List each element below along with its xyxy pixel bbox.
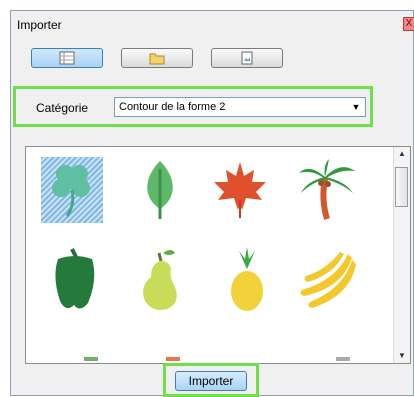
pineapple-icon (231, 247, 263, 311)
list-view-icon (59, 51, 75, 65)
partial-item (336, 357, 350, 363)
palm-tree-icon (299, 159, 355, 220)
scroll-up-icon[interactable]: ▲ (394, 147, 410, 161)
shape-gallery[interactable]: ▲ ▼ (25, 146, 411, 364)
list-view-button[interactable] (31, 48, 103, 68)
category-select[interactable]: Contour de la forme 2 ▼ (114, 97, 366, 117)
close-button[interactable]: X (403, 17, 414, 31)
import-dialog: Importer X Catégorie Contour de la forme… (10, 10, 414, 397)
import-button[interactable]: Importer (175, 371, 247, 391)
folder-button[interactable] (121, 48, 193, 68)
gallery-item-pineapple[interactable] (216, 247, 278, 313)
leaf-icon (147, 161, 173, 219)
dialog-title: Importer (17, 18, 62, 32)
vertical-scrollbar[interactable]: ▲ ▼ (393, 147, 410, 363)
image-file-icon (241, 51, 253, 65)
category-label: Catégorie (36, 101, 89, 115)
category-selected-value: Contour de la forme 2 (119, 101, 226, 113)
import-button-highlight: Importer (163, 363, 259, 397)
category-group: Catégorie Contour de la forme 2 ▼ (13, 86, 373, 127)
partial-item (84, 357, 98, 363)
bell-pepper-icon (55, 248, 95, 309)
scroll-thumb[interactable] (395, 167, 408, 207)
clover-icon (52, 165, 90, 217)
scroll-down-icon[interactable]: ▼ (394, 349, 410, 363)
image-file-button[interactable] (211, 48, 283, 68)
gallery-item-clover[interactable] (41, 157, 103, 223)
gallery-item-leaf[interactable] (129, 157, 191, 223)
gallery-item-maple-leaf[interactable] (209, 157, 271, 223)
pear-icon (143, 250, 177, 310)
folder-icon (149, 53, 165, 65)
chevron-down-icon[interactable]: ▼ (349, 100, 363, 114)
maple-leaf-icon (214, 162, 266, 218)
gallery-item-bell-pepper[interactable] (44, 247, 106, 313)
gallery-item-banana[interactable] (296, 247, 358, 313)
gallery-item-palm-tree[interactable] (296, 157, 358, 223)
banana-icon (300, 252, 356, 308)
gallery-item-pear[interactable] (129, 247, 191, 313)
title-bar: Importer X (11, 11, 414, 37)
